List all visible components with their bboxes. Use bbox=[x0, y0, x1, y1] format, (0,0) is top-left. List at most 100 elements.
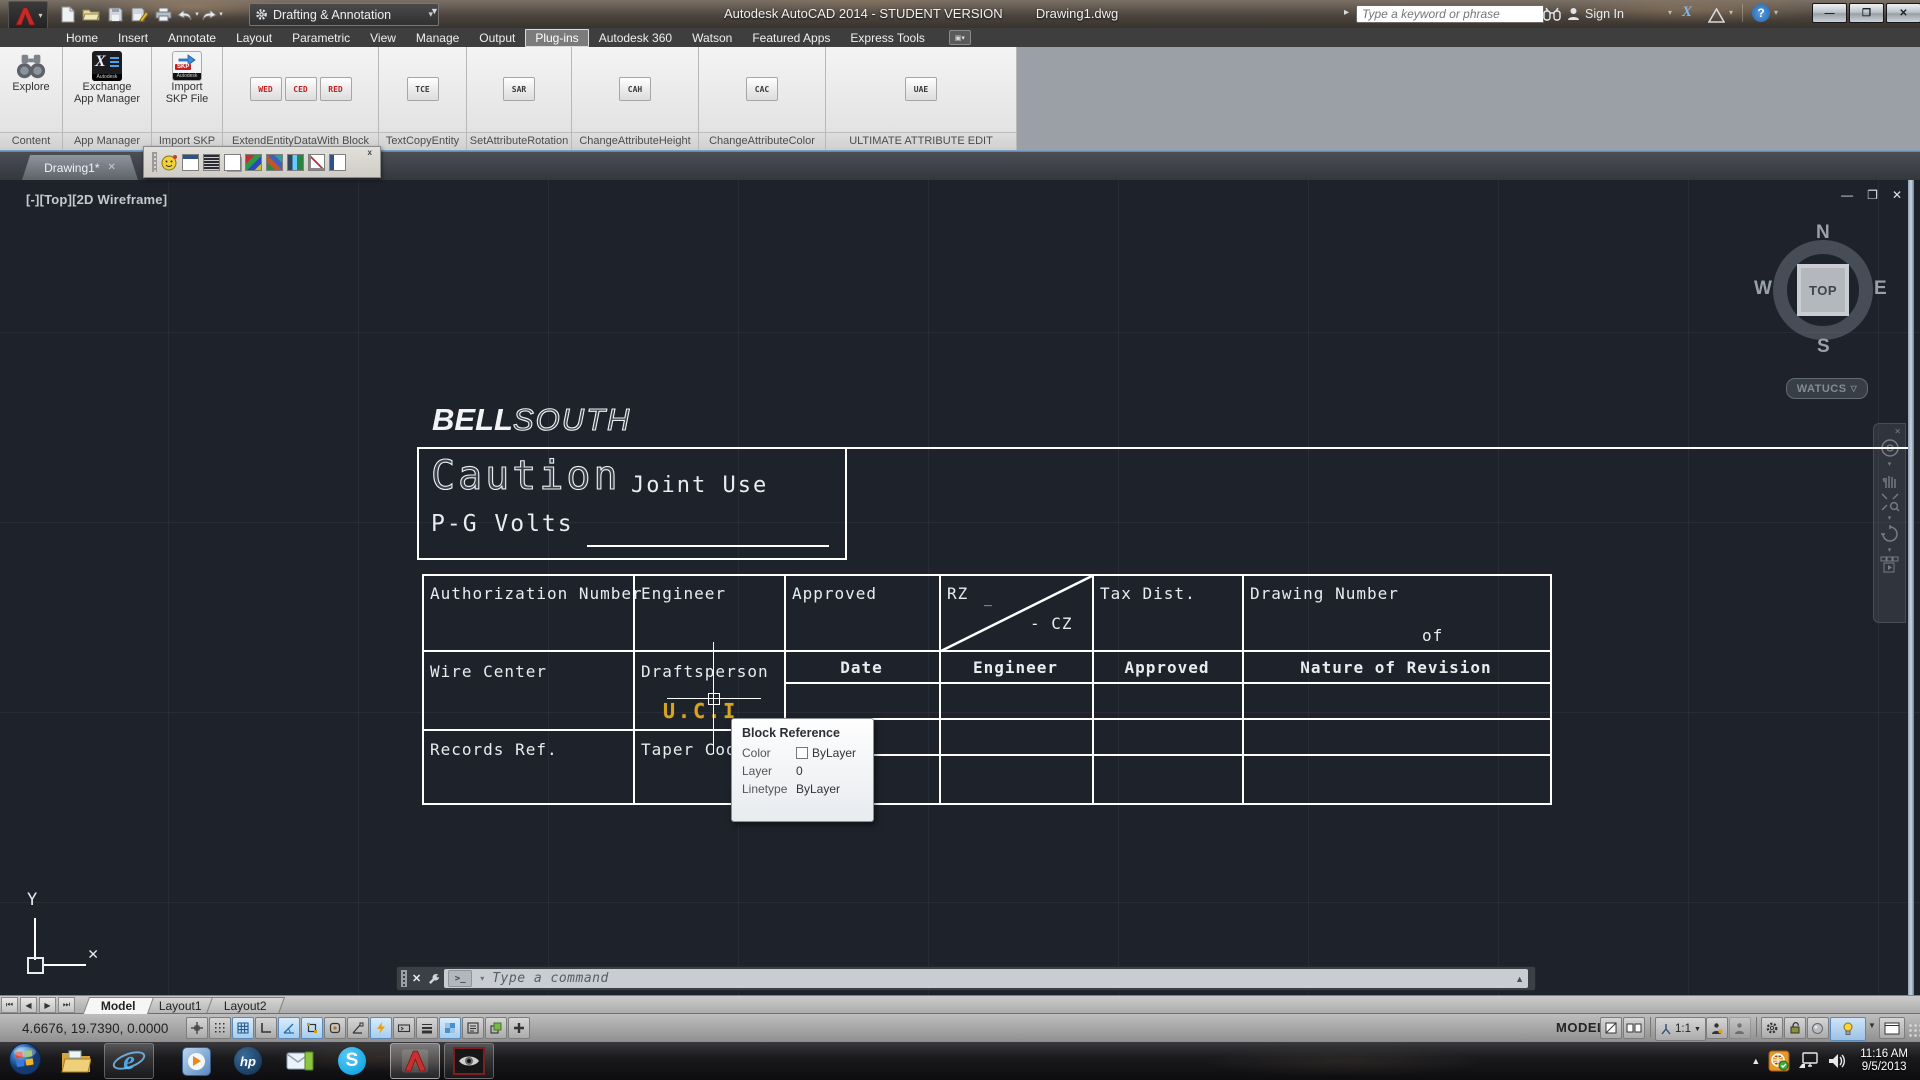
security-tray-icon[interactable] bbox=[1768, 1050, 1790, 1072]
ced-button[interactable]: CED bbox=[285, 77, 317, 101]
taskbar-explorer[interactable] bbox=[52, 1044, 100, 1078]
annotation-visibility-button[interactable] bbox=[1706, 1017, 1728, 1039]
model-space-label[interactable]: MODEL bbox=[1556, 1020, 1605, 1035]
viewcube-ucs-menu[interactable]: WATUCS ▽ bbox=[1786, 378, 1868, 399]
toolbar-lock-button[interactable] bbox=[1784, 1017, 1806, 1039]
tce-button[interactable]: TCE bbox=[407, 77, 439, 101]
new-file-button[interactable] bbox=[55, 3, 79, 25]
chevron-down-icon[interactable]: ▾ bbox=[480, 974, 484, 983]
plot-button[interactable] bbox=[151, 3, 175, 25]
panel-title[interactable]: ChangeAttributeHeight bbox=[572, 132, 698, 150]
ribbon-display-toggle[interactable]: ▣▾ bbox=[949, 30, 971, 45]
restore-icon[interactable]: ❐ bbox=[1867, 188, 1878, 202]
ribbon-tab-output[interactable]: Output bbox=[469, 29, 525, 47]
help-icon[interactable]: ? bbox=[1752, 4, 1770, 22]
customize-wrench-icon[interactable] bbox=[427, 972, 441, 986]
clean-screen-button[interactable] bbox=[1879, 1017, 1905, 1039]
isolate-objects-button[interactable] bbox=[1807, 1017, 1829, 1039]
taskbar-live-mail[interactable] bbox=[276, 1044, 324, 1078]
window-tool-icon[interactable] bbox=[329, 154, 346, 171]
image-tool-icon[interactable] bbox=[287, 154, 304, 171]
chevron-down-icon[interactable]: ▾ bbox=[1888, 514, 1892, 522]
tab-model[interactable]: Model bbox=[83, 997, 154, 1014]
ribbon-tab-layout[interactable]: Layout bbox=[226, 29, 282, 47]
panel-title[interactable]: ChangeAttributeColor bbox=[699, 132, 825, 150]
quick-properties-toggle[interactable] bbox=[462, 1017, 484, 1039]
model-layout-button[interactable] bbox=[1600, 1017, 1622, 1039]
lineweight-toggle[interactable] bbox=[416, 1017, 438, 1039]
ribbon-tab-autodesk360[interactable]: Autodesk 360 bbox=[589, 29, 682, 47]
chevron-down-icon[interactable]: ▾ bbox=[1888, 546, 1892, 554]
close-icon[interactable]: ✕ bbox=[1894, 427, 1901, 436]
taskbar-skype[interactable]: S bbox=[328, 1044, 376, 1078]
chevron-down-icon[interactable]: ▾ bbox=[1774, 8, 1778, 17]
ribbon-tab-parametric[interactable]: Parametric bbox=[282, 29, 360, 47]
app-menu-button[interactable]: ▾ bbox=[8, 1, 48, 30]
minimize-icon[interactable]: — bbox=[1841, 188, 1853, 202]
taskbar-internet-explorer[interactable]: e bbox=[104, 1043, 154, 1079]
show-hidden-icons[interactable]: ▲ bbox=[1751, 1056, 1760, 1066]
maximize-button[interactable]: ❐ bbox=[1849, 3, 1884, 23]
viewcube-north[interactable]: N bbox=[1816, 222, 1830, 244]
wed-button[interactable]: WED bbox=[250, 77, 282, 101]
viewcube-south[interactable]: S bbox=[1817, 336, 1830, 358]
dynamic-input-toggle[interactable] bbox=[393, 1017, 415, 1039]
cac-button[interactable]: CAC bbox=[746, 77, 778, 101]
chevron-down-icon[interactable]: ▼ bbox=[1868, 1021, 1876, 1041]
orbit-icon[interactable] bbox=[1880, 524, 1900, 544]
start-button[interactable] bbox=[8, 1042, 42, 1080]
image-tool-icon[interactable] bbox=[245, 154, 262, 171]
ortho-toggle[interactable] bbox=[255, 1017, 277, 1039]
selection-cycling-toggle[interactable] bbox=[485, 1017, 507, 1039]
scrollbar[interactable] bbox=[1908, 180, 1914, 995]
close-button[interactable]: ✕ bbox=[1886, 3, 1920, 23]
redo-button[interactable]: ▾ bbox=[199, 3, 223, 25]
ribbon-tab-home[interactable]: Home bbox=[56, 29, 108, 47]
panel-title[interactable]: App Manager bbox=[63, 132, 151, 150]
panel-title[interactable]: Content bbox=[0, 132, 62, 150]
close-icon[interactable]: ✕ bbox=[107, 162, 115, 173]
tray-clock[interactable]: 11:16 AM 9/5/2013 bbox=[1854, 1048, 1914, 1074]
showmotion-icon[interactable] bbox=[1880, 556, 1900, 574]
taskbar-autocad[interactable] bbox=[390, 1043, 440, 1079]
next-tab-button[interactable]: ▶ bbox=[39, 997, 56, 1013]
ribbon-tab-insert[interactable]: Insert bbox=[108, 29, 158, 47]
minimize-button[interactable]: — bbox=[1812, 3, 1847, 23]
cah-button[interactable]: CAH bbox=[619, 77, 651, 101]
annotation-monitor-toggle[interactable] bbox=[508, 1017, 530, 1039]
panel-title[interactable]: ULTIMATE ATTRIBUTE EDIT bbox=[826, 132, 1016, 150]
infocenter-collapse-icon[interactable]: ▸ bbox=[1344, 7, 1349, 18]
image-tool-icon[interactable] bbox=[266, 154, 283, 171]
ribbon-tab-view[interactable]: View bbox=[360, 29, 406, 47]
hardware-acceleration-button[interactable] bbox=[1830, 1017, 1866, 1041]
zoom-extents-icon[interactable] bbox=[1880, 492, 1900, 512]
floating-toolbar[interactable]: x bbox=[143, 146, 381, 178]
chevron-down-icon[interactable]: ▾ bbox=[1668, 8, 1672, 17]
3d-object-snap-toggle[interactable] bbox=[324, 1017, 346, 1039]
chevron-up-icon[interactable]: ▲ bbox=[1515, 974, 1524, 984]
save-button[interactable] bbox=[103, 3, 127, 25]
ribbon-tab-manage[interactable]: Manage bbox=[406, 29, 469, 47]
volume-tray-icon[interactable] bbox=[1828, 1053, 1846, 1069]
taskbar-hp[interactable]: hp bbox=[224, 1044, 272, 1078]
last-tab-button[interactable]: ⏭ bbox=[58, 997, 75, 1013]
chevron-down-icon[interactable]: ▾ bbox=[1729, 8, 1733, 17]
sign-in-button[interactable]: Sign In bbox=[1567, 4, 1624, 24]
taskbar-media-player[interactable] bbox=[172, 1044, 220, 1078]
ribbon-tab-featured-apps[interactable]: Featured Apps bbox=[742, 29, 840, 47]
network-tray-icon[interactable] bbox=[1798, 1052, 1820, 1070]
command-grip[interactable] bbox=[401, 970, 407, 987]
document-tab[interactable]: Drawing1* ✕ bbox=[22, 155, 138, 180]
ribbon-tab-watson[interactable]: Watson bbox=[682, 29, 742, 47]
list-tool-icon[interactable] bbox=[203, 154, 220, 171]
viewport-controls[interactable]: [-][Top][2D Wireframe] bbox=[26, 192, 167, 207]
command-line[interactable]: ✕ >_ ▾ Type a command ▲ bbox=[396, 966, 1536, 991]
close-icon[interactable]: ✕ bbox=[412, 972, 421, 985]
open-file-button[interactable] bbox=[79, 3, 103, 25]
command-prompt-icon[interactable]: >_ bbox=[448, 970, 472, 987]
ribbon-tab-plugins[interactable]: Plug-ins bbox=[525, 29, 588, 47]
viewcube[interactable]: TOP N W E S bbox=[1752, 220, 1902, 380]
exchange-apps-icon[interactable]: X bbox=[1682, 4, 1692, 21]
plot-curve-icon[interactable] bbox=[308, 154, 325, 171]
uae-button[interactable]: UAE bbox=[905, 77, 937, 101]
